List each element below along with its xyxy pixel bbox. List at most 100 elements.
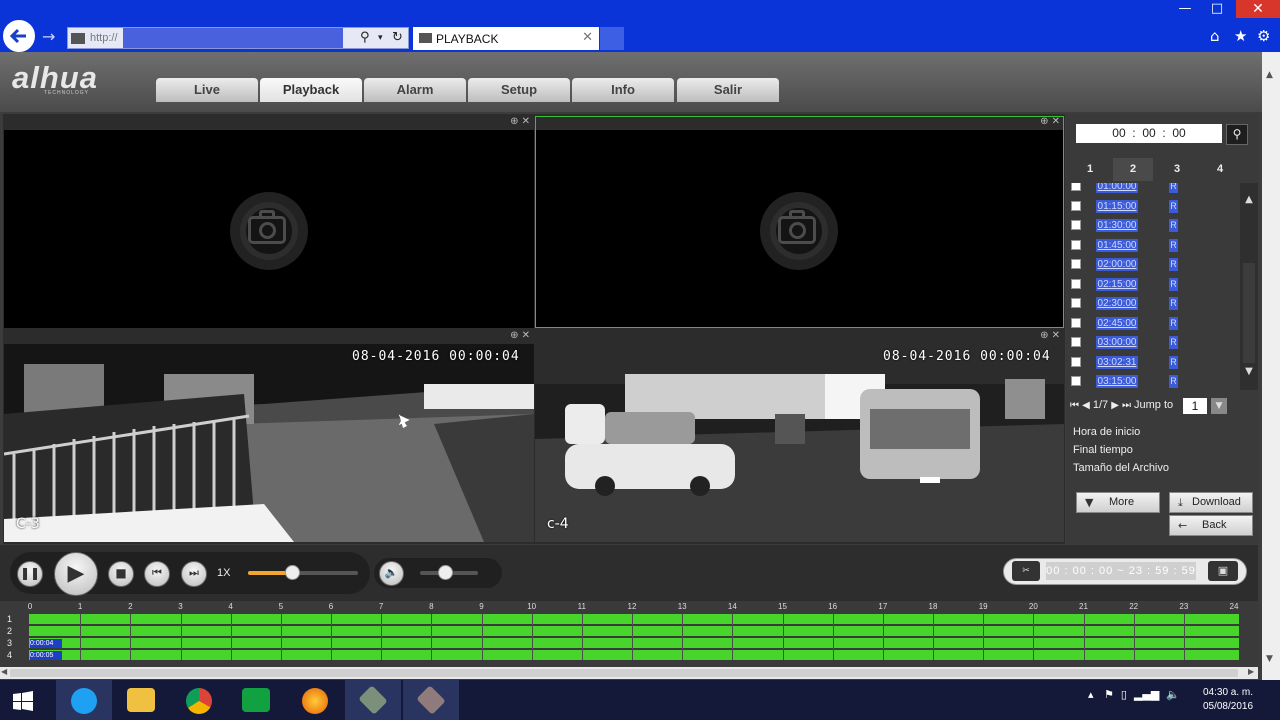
file-checkbox[interactable] bbox=[1071, 337, 1081, 347]
file-row[interactable]: 01:45:00 R bbox=[1068, 236, 1240, 256]
channel-3-recording-bar[interactable] bbox=[29, 638, 1239, 648]
app-icon-2[interactable] bbox=[403, 680, 459, 720]
file-row[interactable]: 02:30:00 R bbox=[1068, 294, 1240, 314]
jump-to-input[interactable]: 1 bbox=[1183, 398, 1207, 414]
file-explorer-icon[interactable] bbox=[113, 680, 169, 720]
video-pane-2[interactable] bbox=[536, 130, 1063, 327]
maximize-button[interactable]: □ bbox=[1202, 0, 1232, 18]
clip-time-range[interactable]: 00 : 00 : 00 ~ 23 : 59 : 59 bbox=[1046, 562, 1196, 580]
file-time-link[interactable]: 01:30:00 bbox=[1096, 219, 1138, 232]
tray-expand-icon[interactable]: ▴ bbox=[1088, 688, 1094, 701]
store-icon[interactable] bbox=[228, 680, 284, 720]
file-row[interactable]: 03:00:00 R bbox=[1068, 333, 1240, 353]
more-button[interactable]: ▼ More bbox=[1076, 492, 1160, 513]
timeline-scrollbar[interactable]: ◀ ▶ bbox=[0, 667, 1258, 679]
file-time-link[interactable]: 03:00:00 bbox=[1096, 336, 1138, 349]
file-time-link[interactable]: 03:15:00 bbox=[1096, 375, 1138, 388]
file-checkbox[interactable] bbox=[1071, 183, 1081, 191]
file-time-link[interactable]: 01:45:00 bbox=[1096, 238, 1138, 252]
file-row[interactable]: 02:00:00 R bbox=[1068, 255, 1240, 275]
pane-1-controls[interactable]: ⊕ ✕ bbox=[510, 116, 530, 127]
file-time-link[interactable]: 02:30:00 bbox=[1096, 297, 1138, 310]
file-row[interactable]: 03:02:31 R bbox=[1068, 353, 1240, 373]
address-bar[interactable]: http:// ⚲ ▾ ↻ bbox=[67, 27, 409, 49]
video-pane-1[interactable] bbox=[4, 130, 534, 328]
file-checkbox[interactable] bbox=[1071, 376, 1081, 386]
page-scroll-up-icon[interactable]: ▲ bbox=[1266, 70, 1273, 80]
file-row[interactable]: 01:00:00 R bbox=[1068, 183, 1240, 197]
tab-live[interactable]: Live bbox=[156, 78, 258, 102]
page-scroll-down-icon[interactable]: ▼ bbox=[1266, 654, 1273, 664]
file-time-link[interactable]: 03:02:31 bbox=[1096, 355, 1138, 369]
save-clip-icon[interactable]: ▣ bbox=[1208, 561, 1238, 581]
refresh-icon[interactable]: ↻ bbox=[392, 30, 403, 45]
scroll-left-icon[interactable]: ◀ bbox=[1, 667, 7, 676]
mute-button[interactable]: 🔈 bbox=[379, 561, 404, 586]
search-button[interactable]: ⚲ bbox=[1226, 124, 1248, 145]
first-page-icon[interactable]: ⏮ bbox=[1070, 400, 1079, 411]
tab-alarm[interactable]: Alarm bbox=[364, 78, 466, 102]
new-tab-button[interactable] bbox=[600, 27, 624, 50]
file-time-link[interactable]: 02:00:00 bbox=[1096, 258, 1138, 271]
scroll-up-icon[interactable]: ▲ bbox=[1240, 191, 1258, 209]
system-tray[interactable]: ▴ ⚑ ▯ ▂▄▆ 🔈 bbox=[1088, 688, 1180, 701]
favorites-star-icon[interactable]: ★ bbox=[1234, 27, 1247, 45]
battery-icon[interactable]: ▯ bbox=[1121, 688, 1127, 701]
time-hour[interactable]: 00 bbox=[1112, 126, 1125, 140]
file-row[interactable]: 01:30:00 R bbox=[1068, 216, 1240, 236]
pause-button[interactable]: ❚❚ bbox=[17, 561, 43, 587]
channel-4-recording-bar[interactable] bbox=[29, 650, 1239, 660]
search-icon[interactable]: ⚲ bbox=[360, 30, 370, 45]
clip-icon[interactable]: ✂ bbox=[1012, 561, 1040, 581]
time-second[interactable]: 00 bbox=[1172, 126, 1185, 140]
record-file-list[interactable]: 01:00:00 R 01:15:00 R 01:30:00 R 01:45:00 R … bbox=[1068, 183, 1240, 390]
page-scrollbar[interactable]: ▲ ▼ bbox=[1262, 52, 1280, 680]
jump-go-button[interactable]: ▼ bbox=[1211, 398, 1227, 414]
chrome-icon[interactable] bbox=[171, 680, 227, 720]
scroll-thumb[interactable] bbox=[1243, 263, 1255, 363]
settings-gear-icon[interactable]: ⚙ bbox=[1257, 27, 1270, 45]
file-list-scrollbar[interactable]: ▲ ▼ bbox=[1240, 183, 1258, 390]
file-row[interactable]: 03:15:00 R bbox=[1068, 372, 1240, 390]
next-page-icon[interactable]: ▶ bbox=[1111, 400, 1119, 411]
channel-tab-2[interactable]: 2 bbox=[1113, 158, 1153, 181]
file-row[interactable]: 02:15:00 R bbox=[1068, 275, 1240, 295]
back-button[interactable] bbox=[3, 20, 35, 52]
tab-setup[interactable]: Setup bbox=[468, 78, 570, 102]
clip-to-time[interactable]: 23 : 59 : 59 bbox=[1129, 565, 1196, 577]
speed-slider-knob[interactable] bbox=[285, 565, 300, 580]
file-time-link[interactable]: 02:45:00 bbox=[1096, 316, 1138, 330]
last-page-icon[interactable]: ⏭ bbox=[1122, 400, 1131, 411]
channel-2-recording-bar[interactable] bbox=[29, 626, 1239, 636]
channel-tab-3[interactable]: 3 bbox=[1157, 158, 1197, 181]
file-time-link[interactable]: 01:15:00 bbox=[1096, 199, 1138, 213]
file-time-link[interactable]: 02:15:00 bbox=[1096, 277, 1138, 291]
home-icon[interactable]: ⌂ bbox=[1210, 27, 1220, 45]
scroll-down-icon[interactable]: ▼ bbox=[1240, 363, 1258, 381]
tab-playback[interactable]: Playback bbox=[260, 78, 362, 102]
forward-arrow-icon[interactable]: → bbox=[42, 27, 55, 46]
file-checkbox[interactable] bbox=[1071, 278, 1081, 289]
channel-1-recording-bar[interactable] bbox=[29, 614, 1239, 624]
play-button[interactable]: ▶ bbox=[54, 552, 98, 596]
download-button[interactable]: ⤓ Download bbox=[1169, 492, 1253, 513]
file-checkbox[interactable] bbox=[1071, 200, 1081, 211]
close-window-button[interactable]: ✕ bbox=[1236, 0, 1280, 18]
pane-3-controls[interactable]: ⊕ ✕ bbox=[510, 330, 530, 341]
app-icon-1[interactable] bbox=[345, 680, 401, 720]
tab-salir[interactable]: Salir bbox=[677, 78, 779, 102]
video-pane-3[interactable] bbox=[4, 344, 534, 542]
time-minute[interactable]: 00 bbox=[1142, 126, 1155, 140]
volume-tray-icon[interactable]: 🔈 bbox=[1166, 688, 1180, 701]
tab-close-icon[interactable]: ✕ bbox=[582, 30, 593, 45]
file-checkbox[interactable] bbox=[1071, 298, 1081, 308]
file-row[interactable]: 02:45:00 R bbox=[1068, 314, 1240, 334]
pane-4-controls[interactable]: ⊕ ✕ bbox=[1040, 330, 1060, 341]
file-time-link[interactable]: 01:00:00 bbox=[1096, 183, 1138, 193]
channel-tab-1[interactable]: 1 bbox=[1070, 158, 1110, 181]
back-button-panel[interactable]: ← Back bbox=[1169, 515, 1253, 536]
scroll-right-icon[interactable]: ▶ bbox=[1248, 667, 1254, 676]
channel-tab-4[interactable]: 4 bbox=[1200, 158, 1240, 181]
volume-slider-knob[interactable] bbox=[438, 565, 453, 580]
clip-from-time[interactable]: 00 : 00 : 00 bbox=[1046, 565, 1113, 577]
